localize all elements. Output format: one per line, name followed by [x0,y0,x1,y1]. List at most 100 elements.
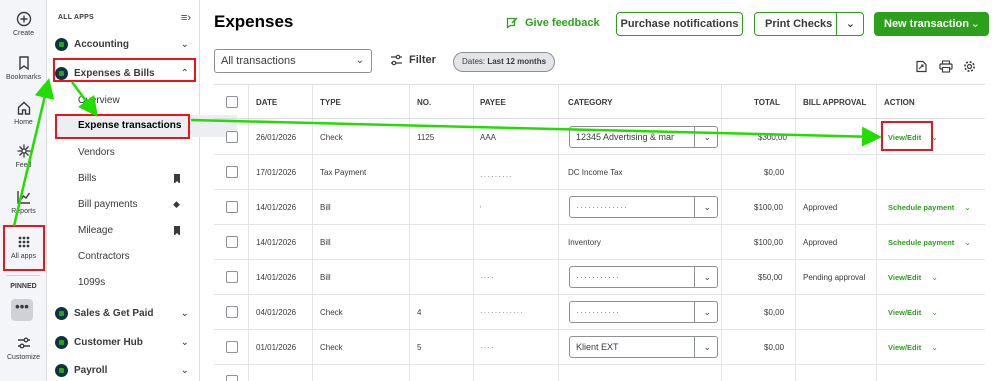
row-checkbox[interactable] [226,306,238,318]
chevron-down-icon: ⌄ [703,342,711,352]
rail-bookmarks[interactable]: Bookmarks [0,55,47,81]
action-label: View/Edit [888,343,922,352]
chevron-down-icon: ⌄ [180,336,189,348]
category-select[interactable]: Klient EXT ⌄ [569,336,718,358]
row-checkbox[interactable] [226,201,238,213]
menu-item-vendors[interactable]: Vendors [78,147,115,158]
column-payee[interactable]: PAYEE [480,85,506,120]
chevron-down-icon[interactable]: ⌄ [846,13,855,35]
menu-item-bill-payments[interactable]: Bill payments [78,199,137,210]
filter-sliders-icon [391,54,402,66]
purchase-notifications-button[interactable]: Purchase notifications [616,12,743,36]
dates-filter-pill[interactable]: Dates: Last 12 months [453,52,556,72]
bill-payments-pin-icon[interactable]: ◆ [173,199,180,210]
row-checkbox[interactable] [226,166,238,178]
rail-home[interactable]: Home [0,100,47,126]
chevron-down-icon[interactable]: ⌄ [931,308,938,317]
menu-group-accounting[interactable]: Accounting ⌄ [55,33,195,55]
table-row[interactable]: 01/01/2026 Check 5 ···· Klient EXT ⌄ $0,… [214,330,985,365]
cell-type: Bill [320,238,331,247]
bills-bookmark-icon[interactable] [174,174,180,184]
table-row[interactable]: 14/01/2026 Bill Inventory $100,00 Approv… [214,225,985,260]
new-transaction-button[interactable]: New transaction ⌄ [874,12,989,36]
table-row[interactable]: 14/01/2026 Bill ⁄ ············· ⌄ $100,0… [214,190,985,225]
rail-feed[interactable]: Feed [0,143,47,169]
pinned-more-button[interactable]: ••• [11,299,33,321]
menu-group-sales-label: Sales & Get Paid [74,307,154,319]
chevron-down-icon: ⌄ [703,272,711,282]
print-checks-button[interactable]: Print Checks ⌄ [754,12,864,36]
chevron-down-icon[interactable]: ⌄ [931,343,938,352]
column-category[interactable]: CATEGORY [568,85,612,120]
row-checkbox[interactable] [226,236,238,248]
cell-payee-redacted: ⁄ [480,203,482,212]
collapse-menu-icon[interactable]: ≡› [181,12,191,24]
sales-icon [55,306,68,320]
schedule-payment-link[interactable]: Schedule payment ⌄ [888,225,971,260]
row-checkbox[interactable] [226,341,238,353]
table-row[interactable]: 04/01/2026 Check 4 ············ ········… [214,295,985,330]
column-total[interactable]: TOTAL [754,85,780,120]
view-edit-link[interactable]: View/Edit ⌄ [888,260,938,295]
menu-group-expenses[interactable]: Expenses & Bills ⌃ [55,62,195,84]
customer-hub-icon [55,335,68,349]
menu-item-overview[interactable]: Overview [78,95,120,106]
row-checkbox[interactable] [226,375,238,381]
column-bill-approval[interactable]: BILL APPROVAL [803,85,866,120]
give-feedback-link[interactable]: Give feedback [506,16,600,29]
menu-group-customer-hub[interactable]: Customer Hub ⌄ [55,331,195,353]
schedule-payment-link[interactable]: Schedule payment ⌄ [888,190,971,225]
chevron-down-icon[interactable]: ⌄ [931,273,938,282]
rail-all-apps[interactable]: All apps [0,234,47,260]
column-no[interactable]: NO. [417,85,431,120]
cell-approval: Approved [803,203,838,212]
column-date[interactable]: DATE [256,85,277,120]
chevron-down-icon[interactable]: ⌄ [931,133,938,142]
row-checkbox[interactable] [226,131,238,143]
export-icon[interactable] [915,60,928,73]
view-edit-link[interactable]: View/Edit ⌄ [888,330,938,365]
settings-gear-icon[interactable] [963,60,976,73]
accounting-icon [55,37,68,51]
mileage-bookmark-icon[interactable] [174,226,180,236]
cell-total: $100,00 [754,203,783,212]
rail-reports[interactable]: Reports [0,189,47,215]
menu-item-mileage[interactable]: Mileage [78,225,113,236]
chevron-down-icon[interactable]: ⌄ [964,203,971,212]
chevron-down-icon[interactable]: ⌄ [964,238,971,247]
category-select[interactable]: ··········· ⌄ [569,301,718,323]
category-select[interactable]: ············· ⌄ [569,196,718,218]
menu-group-sales[interactable]: Sales & Get Paid ⌄ [55,302,195,324]
cell-approval: Approved [803,238,838,247]
menu-item-bills[interactable]: Bills [78,173,96,184]
rail-customize[interactable]: Customize [0,335,47,361]
menu-group-payroll[interactable]: Payroll ⌄ [55,359,195,381]
menu-group-accounting-label: Accounting [74,38,129,50]
category-select[interactable]: ··········· ⌄ [569,266,718,288]
menu-group-customer-hub-label: Customer Hub [74,336,143,348]
row-checkbox[interactable] [226,271,238,283]
select-all-checkbox[interactable] [226,96,238,108]
view-edit-link[interactable]: View/Edit ⌄ [888,120,938,155]
table-row[interactable]: 26/01/2026 Check 1125 AAA 12345 Advertis… [214,120,985,155]
cell-total: $0,00 [764,168,785,177]
column-type[interactable]: TYPE [320,85,341,120]
table-row[interactable]: 14/01/2026 Bill ···· ··········· ⌄ $50,0… [214,260,985,295]
chevron-down-icon: ⌄ [180,307,189,319]
transactions-type-select[interactable]: All transactions ⌄ [214,49,372,73]
chevron-down-icon: ⌄ [703,132,711,142]
select-divider [694,267,695,287]
view-edit-link[interactable]: View/Edit ⌄ [888,295,938,330]
filter-button[interactable]: Filter [390,54,436,66]
sparkle-icon [17,144,30,158]
category-select[interactable]: 12345 Advertising & mar ⌄ [569,126,718,148]
print-icon[interactable] [939,60,953,73]
menu-item-expense-transactions[interactable]: Expense transactions [57,115,237,137]
cell-date: 17/01/2026 [256,168,297,177]
menu-item-1099s[interactable]: 1099s [78,277,105,288]
table-row[interactable]: 17/01/2026 Tax Payment ········· DC Inco… [214,155,985,190]
grid-icon [18,236,29,248]
rail-create[interactable]: Create [0,11,47,37]
select-divider [694,127,695,147]
menu-item-contractors[interactable]: Contractors [78,251,130,262]
